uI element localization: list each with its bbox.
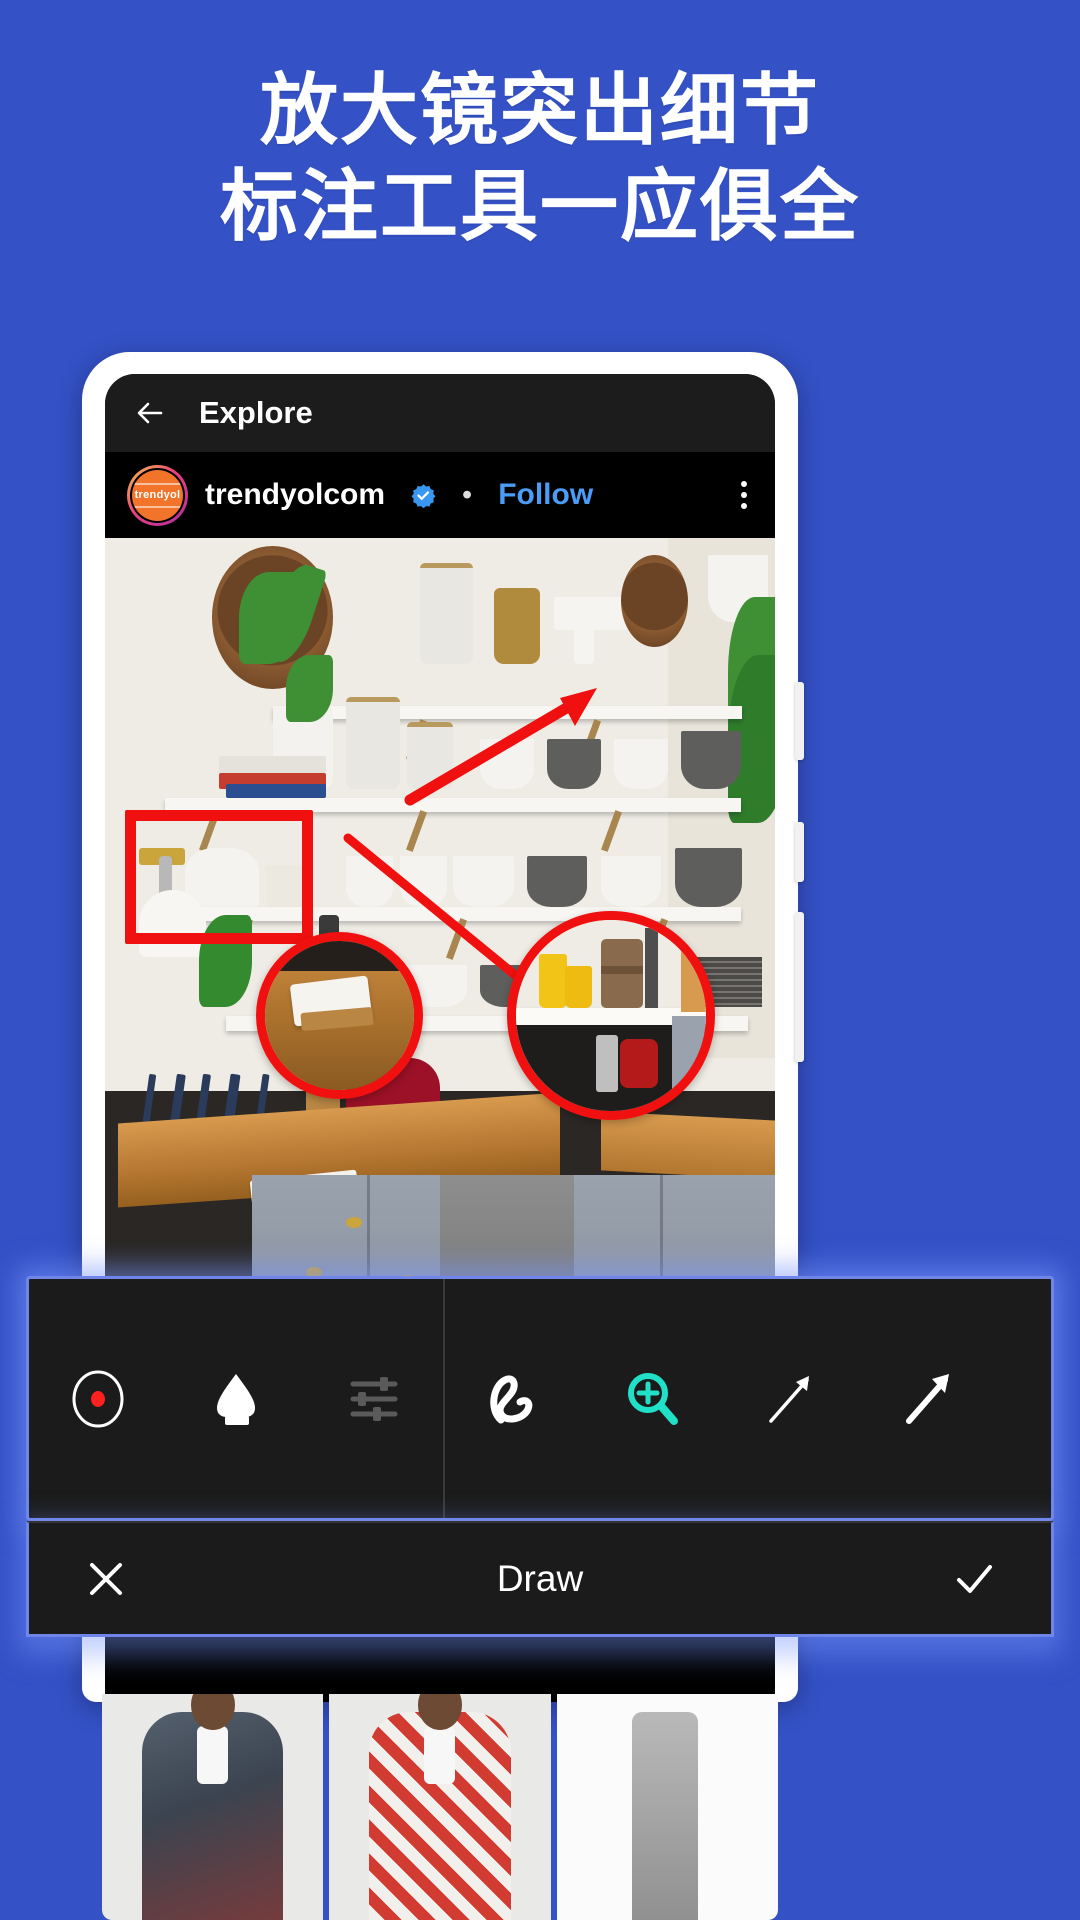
post-username[interactable]: trendyolcom [205, 478, 385, 512]
back-arrow-icon[interactable] [131, 392, 173, 434]
red-arrow-up-right [404, 688, 597, 806]
post-header: trendyol trendyolcom • Follow [105, 452, 775, 538]
editor-mode-title: Draw [496, 1557, 584, 1599]
kebab-menu-icon[interactable] [741, 481, 753, 509]
thumbnail-item[interactable] [329, 1694, 551, 1920]
app-bar-title: Explore [199, 395, 313, 430]
scribble-icon[interactable] [445, 1279, 583, 1518]
verified-icon [411, 483, 436, 508]
phone-side-button-2 [795, 822, 804, 882]
close-x-icon[interactable] [81, 1554, 131, 1604]
thumbnail-item[interactable] [102, 1694, 324, 1920]
red-rectangle-annotation[interactable] [125, 810, 313, 945]
arrow-thick-icon[interactable] [859, 1279, 997, 1518]
color-picker-icon[interactable] [29, 1279, 167, 1518]
arrow-thin-icon[interactable] [721, 1279, 859, 1518]
explore-thumbnail-strip [102, 1694, 778, 1920]
magnifier-plus-icon[interactable] [583, 1279, 721, 1518]
editor-toolbar [26, 1276, 1054, 1521]
app-bar: Explore [105, 374, 775, 452]
headline-line-1: 放大镜突出细节 [259, 66, 820, 154]
promo-headline: 放大镜突出细节 标注工具一应俱全 [0, 62, 1080, 254]
follow-button[interactable]: Follow [498, 478, 593, 512]
separator-dot: • [462, 478, 473, 511]
avatar-logo: trendyol [132, 469, 183, 521]
adjustments-icon[interactable] [305, 1279, 443, 1518]
avatar[interactable]: trendyol [127, 464, 188, 526]
avatar-inner: trendyol [130, 467, 185, 523]
avatar-logo-text: trendyol [134, 489, 181, 501]
post-image-canvas[interactable] [105, 538, 775, 1376]
editor-bottom-bar: Draw [26, 1521, 1054, 1637]
thumbnail-item[interactable] [556, 1694, 778, 1920]
phone-side-button-3 [795, 912, 804, 1062]
magnifier-bubble-left[interactable] [255, 931, 424, 1100]
headline-line-2: 标注工具一应俱全 [219, 162, 860, 250]
magnifier-bubble-right[interactable] [507, 910, 715, 1121]
eraser-icon[interactable] [167, 1279, 305, 1518]
check-icon[interactable] [949, 1554, 999, 1604]
phone-side-button-1 [795, 682, 804, 760]
